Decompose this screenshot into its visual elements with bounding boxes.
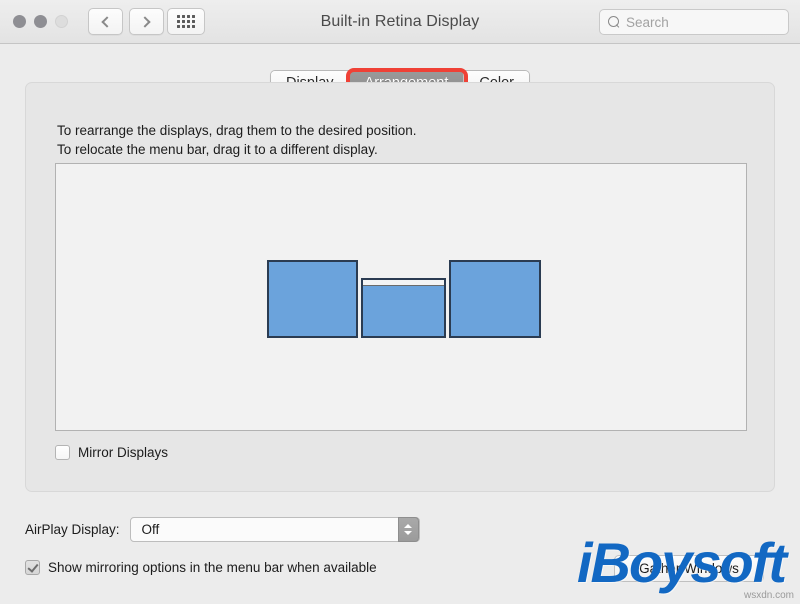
search-input[interactable]: Search — [599, 9, 789, 35]
site-watermark: wsxdn.com — [743, 590, 794, 601]
airplay-display-select[interactable]: Off — [129, 517, 420, 542]
instructions-line-2: To relocate the menu bar, drag it to a d… — [57, 142, 378, 157]
iboysoft-logo-watermark: iBoysoft — [577, 531, 787, 594]
mirror-displays-label: Mirror Displays — [78, 445, 169, 460]
mirror-displays-row[interactable]: Mirror Displays — [55, 445, 168, 460]
instructions-text: To rearrange the displays, drag them to … — [57, 121, 416, 159]
window-titlebar: Built-in Retina Display Search — [0, 0, 800, 44]
display-thumbnail-middle[interactable] — [361, 278, 446, 338]
search-icon — [608, 16, 620, 28]
instructions-line-1: To rearrange the displays, drag them to … — [57, 123, 417, 138]
chevron-up-icon — [404, 524, 413, 528]
display-arrangement-canvas[interactable] — [55, 163, 747, 431]
airplay-display-row: AirPlay Display: Off — [25, 517, 420, 542]
chevron-down-icon — [404, 531, 413, 535]
system-preferences-window: Built-in Retina Display Search Display A… — [0, 0, 800, 604]
show-mirroring-options-row[interactable]: Show mirroring options in the menu bar w… — [25, 560, 377, 575]
display-thumbnail-left[interactable] — [267, 260, 358, 338]
menu-bar-handle[interactable] — [363, 280, 444, 286]
show-mirroring-options-label: Show mirroring options in the menu bar w… — [48, 560, 377, 575]
search-placeholder-text: Search — [626, 14, 669, 30]
mirror-displays-checkbox[interactable] — [55, 445, 70, 460]
airplay-display-value: Off — [141, 522, 160, 537]
airplay-stepper-arrows-icon[interactable] — [397, 517, 419, 542]
show-mirroring-options-checkbox[interactable] — [25, 560, 40, 575]
display-thumbnail-right[interactable] — [449, 260, 541, 338]
arrangement-panel: To rearrange the displays, drag them to … — [25, 82, 775, 492]
airplay-display-label: AirPlay Display: — [25, 522, 120, 537]
